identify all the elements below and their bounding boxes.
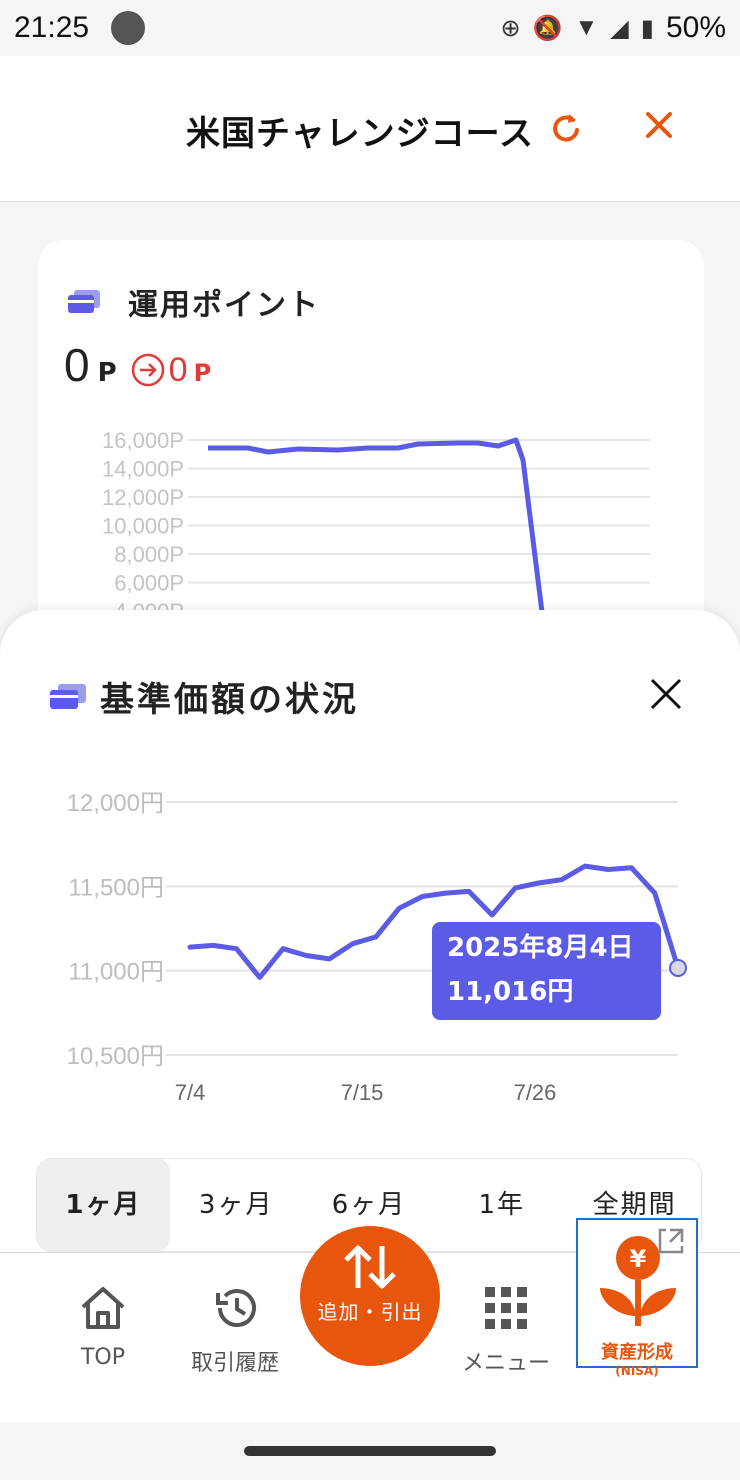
last-point-marker [669,958,687,977]
tooltip-date: 2025年8月4日 [447,932,634,963]
points-chart: 16,000P 14,000P 12,000P 10,000P 8,000P 6,000P… [102,428,650,620]
price-chart: 12,000円 11,500円 11,000円 10,500円 7/4 7/15 7/26 2… [67,790,687,1105]
x-tick-label: 7/4 [175,1080,206,1105]
nav-top[interactable]: TOP [70,1285,136,1370]
status-bar: 21:25 ⊕ 🔕 ▼ ◢ ▮ 50% [0,0,740,56]
svg-text:¥: ¥ [630,1245,647,1273]
card-icon [68,290,100,313]
points-card: 運用ポイント 0 P 0 P 16,000P 14,000P 12,000P 10,0… [38,240,704,660]
y-tick-label: 10,500円 [67,1043,164,1070]
battery-icon: ▮ [640,14,654,42]
home-indicator[interactable] [244,1446,496,1456]
points-value: 0 [64,339,90,391]
points-unit: P [97,358,117,388]
nisa-button[interactable]: ¥ 資産形成 (NISA) [576,1218,698,1378]
tab-3-months[interactable]: 3ヶ月 [170,1159,303,1251]
signal-icon: ◢ [610,14,629,42]
points-y-tick: 16,000P [102,428,184,453]
tooltip-value: 11,016円 [447,977,573,1007]
status-time: 21:25 [14,11,90,44]
close-icon[interactable] [648,676,684,712]
points-label: 運用ポイント [128,288,320,323]
grid-menu-icon [485,1287,527,1329]
page-title: 米国チャレンジコース [186,114,531,154]
nav-menu-label: メニュー [461,1351,550,1376]
y-tick-label: 12,000円 [67,790,164,817]
nisa-sublabel: (NISA) [615,1364,659,1378]
y-tick-label: 11,500円 [68,874,164,901]
nav-history-label: 取引履歴 [190,1351,279,1376]
x-tick-label: 7/15 [341,1080,384,1105]
points-value-row: 0 P 0 P [64,338,211,392]
swap-vertical-icon [344,1245,396,1289]
sprout-yen-icon: ¥ [600,1228,684,1326]
close-icon[interactable] [642,108,676,142]
y-tick-label: 11,000円 [68,959,164,986]
page-header: 米国チャレンジコース [0,56,740,202]
card-icon [50,683,86,709]
sheet-header: 基準価額の状況 [48,672,359,721]
status-icons: ⊕ 🔕 ▼ ◢ ▮ 50% [501,11,727,45]
history-icon [216,1289,256,1328]
x-tick-label: 7/26 [514,1080,557,1105]
nav-history[interactable]: 取引履歴 [186,1285,284,1377]
points-card-header: 運用ポイント [66,280,320,324]
refresh-icon[interactable] [547,108,587,148]
notification-dot-icon [111,11,146,45]
add-withdraw-label: 追加・引出 [317,1300,423,1324]
sheet-title: 基準価額の状況 [100,680,359,720]
home-indicator-bar [0,1422,740,1480]
points-y-tick: 10,000P [102,514,184,539]
nav-menu[interactable]: メニュー [458,1285,554,1377]
points-series-line [208,437,546,620]
points-change-unit: P [193,359,212,387]
data-saver-icon: ⊕ [500,14,521,42]
tab-1-month[interactable]: 1ヶ月 [37,1159,170,1251]
tab-1-year[interactable]: 1年 [435,1159,568,1251]
points-y-tick: 8,000P [114,542,184,567]
price-sheet: 基準価額の状況 12,000円 11,500円 11,000円 10,500円 7/4 7… [0,610,740,1260]
arrow-right-circle-icon [131,353,164,387]
nav-top-label: TOP [80,1345,126,1370]
home-icon [81,1287,125,1329]
mute-icon: 🔕 [532,14,563,42]
wifi-icon: ▼ [574,14,599,41]
nisa-label: 資産形成 [601,1342,673,1363]
points-y-tick: 6,000P [114,571,184,596]
points-change-value: 0 [168,351,188,389]
add-withdraw-button[interactable]: 追加・引出 [300,1226,440,1366]
points-y-tick: 12,000P [102,485,184,510]
battery-percent: 50% [665,11,726,44]
points-y-tick: 14,000P [102,457,184,482]
